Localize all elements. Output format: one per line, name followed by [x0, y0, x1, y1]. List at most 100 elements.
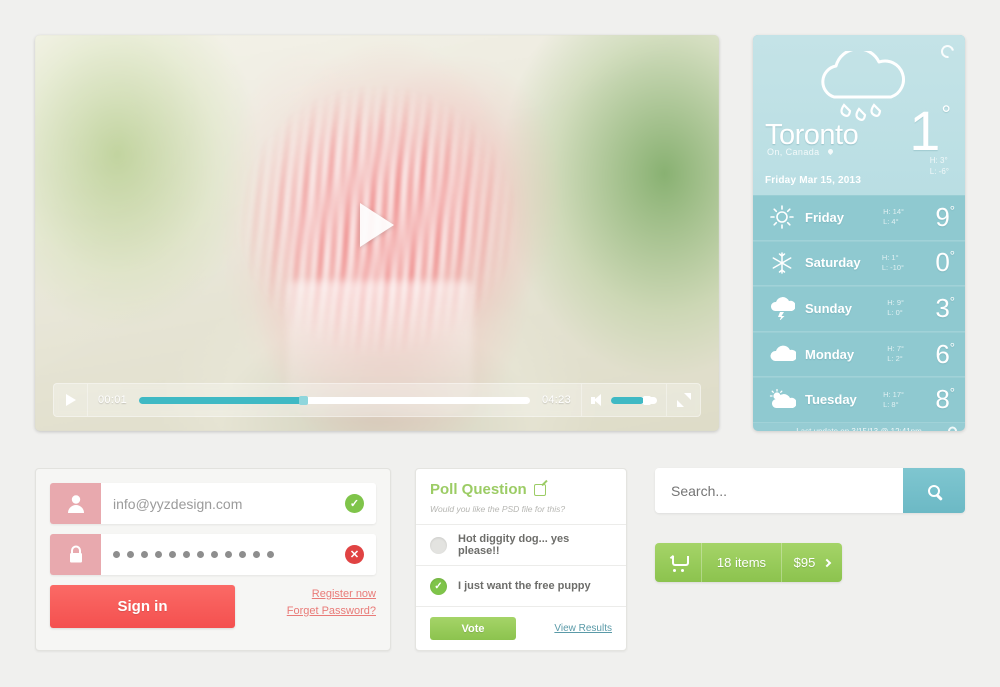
partly-sunny-icon — [765, 388, 799, 411]
password-dot — [211, 551, 218, 558]
progress-handle[interactable] — [299, 395, 309, 405]
forecast-high-low: H: 14° L: 4° — [883, 207, 904, 227]
forecast-high: H: 14° — [883, 207, 904, 217]
email-input[interactable] — [113, 495, 345, 512]
login-form: ✓ ✕ Sign in Register now Forget Password… — [35, 468, 391, 651]
forecast-temp-value: 0 — [935, 247, 950, 278]
forgot-password-link[interactable]: Forget Password? — [287, 605, 376, 617]
volume-control[interactable] — [581, 384, 666, 416]
poll-header: Poll Question Would you like the PSD fil… — [416, 469, 626, 525]
degree-symbol: ° — [949, 202, 955, 218]
search-bar[interactable] — [655, 468, 965, 513]
password-dot — [225, 551, 232, 558]
poll-option[interactable]: ✓ I just want the free puppy — [416, 566, 626, 607]
forecast-high: H: 9° — [887, 298, 904, 308]
poll-footer: Vote View Results — [416, 607, 626, 650]
vote-button[interactable]: Vote — [430, 617, 516, 640]
forecast-row[interactable]: Saturday H: 1° L: -10° 0° — [753, 241, 965, 287]
thunderstorm-icon — [765, 296, 799, 321]
password-dot — [169, 551, 176, 558]
play-triangle-icon[interactable] — [360, 203, 394, 248]
password-masked-value[interactable] — [113, 551, 345, 558]
forecast-row[interactable]: Sunday H: 9° L: 0° 3° — [753, 286, 965, 332]
weather-current-panel: Toronto On, Canada Friday Mar 15, 2013 1… — [753, 35, 965, 195]
forecast-temp-value: 3 — [935, 292, 950, 323]
poll-option-label: Hot diggity dog... yes please!! — [458, 533, 570, 557]
edit-icon[interactable] — [533, 483, 546, 496]
forecast-low: L: 8° — [883, 399, 899, 409]
view-results-link[interactable]: View Results — [554, 623, 612, 634]
password-dot — [113, 551, 120, 558]
cart-wheels — [672, 568, 684, 572]
cart-total-segment[interactable]: $95 — [782, 543, 842, 582]
shopping-cart-button[interactable]: 18 items $95 — [655, 543, 842, 582]
location-pin-icon — [827, 147, 835, 156]
weather-region-label: On, Canada — [767, 147, 820, 157]
duration-time: 04:23 — [541, 394, 571, 406]
forecast-day: Saturday — [805, 255, 861, 271]
forecast-high: H: 1° — [881, 252, 899, 262]
poll-option-label: I just want the free puppy — [458, 580, 591, 592]
forecast-high-low: H: 7° L: 2° — [887, 344, 904, 364]
forecast-low: L: 0° — [887, 308, 903, 318]
search-icon — [928, 484, 940, 497]
current-time: 00:01 — [98, 394, 128, 406]
login-links: Register now Forget Password? — [287, 585, 376, 622]
degree-symbol: ° — [949, 248, 955, 264]
video-controls-bar[interactable]: 00:01 04:23 — [53, 383, 701, 417]
error-circle-icon: ✕ — [345, 545, 364, 564]
sign-in-button[interactable]: Sign in — [50, 585, 235, 628]
register-link[interactable]: Register now — [287, 588, 376, 600]
password-dot — [253, 551, 260, 558]
gear-icon[interactable] — [948, 426, 957, 431]
weather-footer: Last update on 3/15/13 @ 12:41pm — [753, 422, 965, 431]
password-dot — [267, 551, 274, 558]
degree-symbol: ° — [949, 339, 955, 355]
fullscreen-icon — [677, 393, 691, 407]
poll-title-row: Poll Question — [430, 481, 612, 498]
chevron-right-icon — [823, 558, 832, 567]
forecast-day: Sunday — [805, 300, 852, 316]
password-input-wrapper[interactable]: ✕ — [101, 534, 376, 575]
volume-slider[interactable] — [611, 395, 657, 405]
password-dot — [239, 551, 246, 558]
search-input[interactable] — [655, 468, 903, 513]
email-field-row[interactable]: ✓ — [50, 483, 376, 524]
progress-slider[interactable] — [139, 395, 530, 405]
last-update-text: Last update on 3/15/13 @ 12:41pm — [796, 427, 922, 431]
user-icon — [50, 483, 101, 524]
fullscreen-button[interactable] — [666, 384, 700, 416]
email-input-wrapper[interactable]: ✓ — [101, 483, 376, 524]
radio-selected-icon[interactable]: ✓ — [430, 577, 447, 595]
volume-handle[interactable] — [643, 395, 652, 405]
forecast-temp: 3° — [911, 293, 955, 324]
cloud-icon — [765, 344, 799, 364]
forecast-temp-value: 8 — [935, 384, 950, 415]
forecast-temp: 8° — [911, 384, 955, 415]
password-field-row[interactable]: ✕ — [50, 534, 376, 575]
speaker-icon[interactable] — [591, 393, 604, 407]
forecast-row[interactable]: Tuesday H: 17° L: 8° 8° — [753, 377, 965, 423]
password-dot — [141, 551, 148, 558]
play-button[interactable] — [54, 384, 88, 416]
forecast-day: Monday — [805, 346, 855, 362]
forecast-row[interactable]: Friday H: 14° L: 4° 9° — [753, 195, 965, 241]
degree-symbol: ° — [941, 101, 951, 128]
sun-icon — [765, 205, 799, 230]
password-dot — [197, 551, 204, 558]
forecast-high: H: 7° — [887, 344, 904, 354]
poll-subtitle: Would you like the PSD file for this? — [430, 504, 566, 514]
forecast-row[interactable]: Monday H: 7° L: 2° 6° — [753, 332, 965, 378]
forecast-day: Friday — [805, 209, 845, 225]
forecast-high: H: 17° — [883, 389, 904, 399]
password-dot — [155, 551, 162, 558]
weather-region: On, Canada — [767, 147, 835, 157]
radio-unselected-icon[interactable] — [430, 536, 447, 554]
poll-option[interactable]: Hot diggity dog... yes please!! — [416, 525, 626, 566]
refresh-icon[interactable] — [938, 42, 957, 61]
search-button[interactable] — [903, 468, 965, 513]
volume-filled — [611, 396, 645, 404]
password-dot — [183, 551, 190, 558]
video-player-card[interactable]: 00:01 04:23 — [35, 35, 719, 431]
forecast-temp-value: 6 — [935, 338, 950, 369]
